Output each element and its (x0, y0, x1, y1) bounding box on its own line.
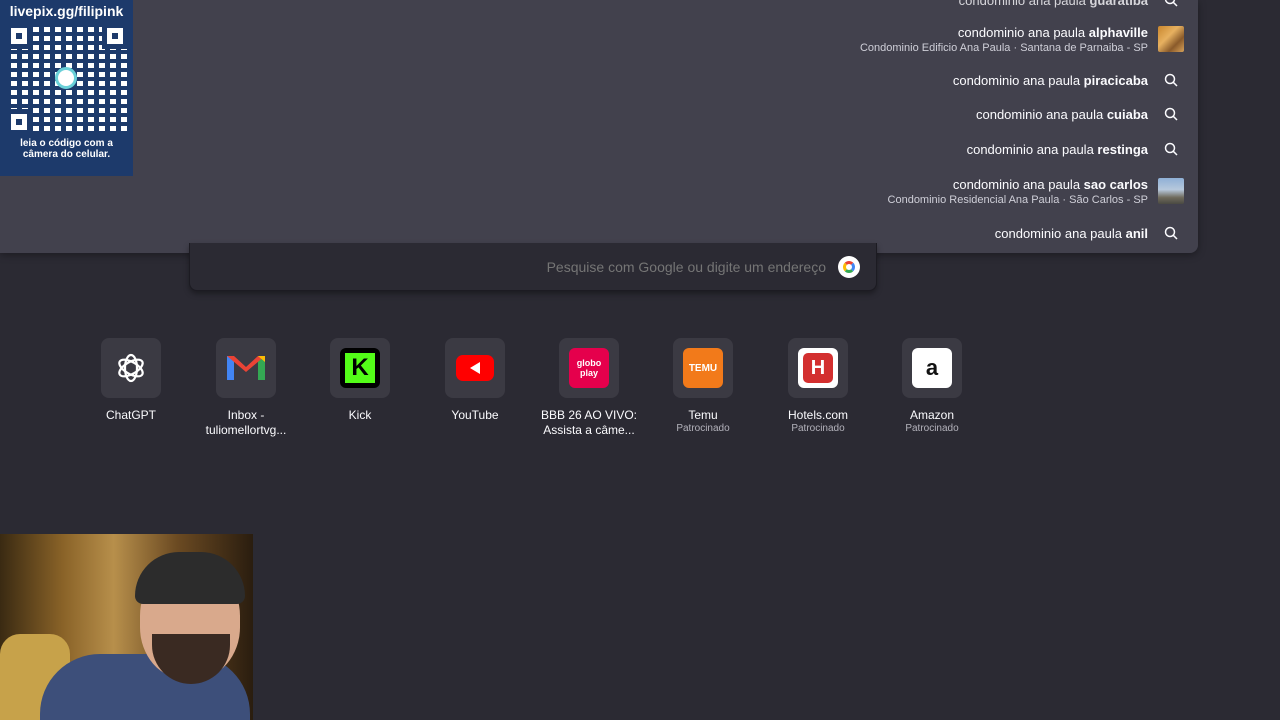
shortcut-amazon[interactable]: a Amazon Patrocinado (877, 338, 987, 434)
shortcut-kick[interactable]: K Kick (305, 338, 415, 423)
shortcut-youtube[interactable]: YouTube (420, 338, 530, 423)
search-icon (1158, 67, 1184, 93)
suggestion-item-cuiaba[interactable]: condominio ana paula cuiaba (0, 102, 1184, 126)
shortcut-chatgpt[interactable]: ChatGPT (76, 338, 186, 423)
webcam-overlay (0, 534, 253, 720)
livepix-logo-icon (54, 67, 77, 89)
suggestion-item-partial[interactable]: condominio ana paula guaratiba (0, 0, 1184, 8)
kick-icon: K (340, 348, 380, 388)
suggestion-item-piracicaba[interactable]: condominio ana paula piracicaba (0, 68, 1184, 92)
qr-code (5, 23, 128, 135)
globoplay-icon: globo play (569, 348, 609, 388)
search-icon (1158, 0, 1184, 13)
chatgpt-icon (111, 348, 151, 388)
qr-code-overlay: livepix.gg/filipink leia o código com ac… (0, 0, 133, 176)
search-bar[interactable] (189, 243, 877, 291)
shortcut-globoplay[interactable]: globo play BBB 26 AO VIVO: Assista a câme.… (534, 338, 644, 438)
shortcut-temu[interactable]: TEMU Temu Patrocinado (648, 338, 758, 434)
search-icon (1158, 220, 1184, 246)
google-icon (838, 255, 860, 278)
building-thumbnail-icon (1158, 178, 1184, 204)
search-icon (1158, 101, 1184, 127)
qr-caption: leia o código com a câmera do celular. (20, 138, 113, 160)
search-icon (1158, 136, 1184, 162)
search-input[interactable] (424, 257, 828, 276)
youtube-icon (455, 348, 495, 388)
gmail-icon (226, 348, 266, 388)
building-thumbnail-icon (1158, 26, 1184, 52)
temu-icon: TEMU (683, 348, 723, 388)
shortcut-hotels[interactable]: H Hotels.com Patrocinado (763, 338, 873, 434)
hotels-icon: H (798, 348, 838, 388)
amazon-icon: a (912, 348, 952, 388)
suggestion-item-sao-carlos[interactable]: condominio ana paula sao carlos Condomin… (0, 176, 1184, 206)
suggestion-dropdown: condominio ana paula guaratiba condomini… (0, 0, 1198, 253)
shortcut-gmail[interactable]: Inbox - tuliomellortvg... (191, 338, 301, 438)
suggestion-item-anil[interactable]: condominio ana paula anil (0, 221, 1184, 245)
suggestion-item-alphaville[interactable]: condominio ana paula alphaville Condomin… (0, 24, 1184, 54)
suggestion-item-restinga[interactable]: condominio ana paula restinga (0, 137, 1184, 161)
qr-url: livepix.gg/filipink (9, 3, 124, 19)
